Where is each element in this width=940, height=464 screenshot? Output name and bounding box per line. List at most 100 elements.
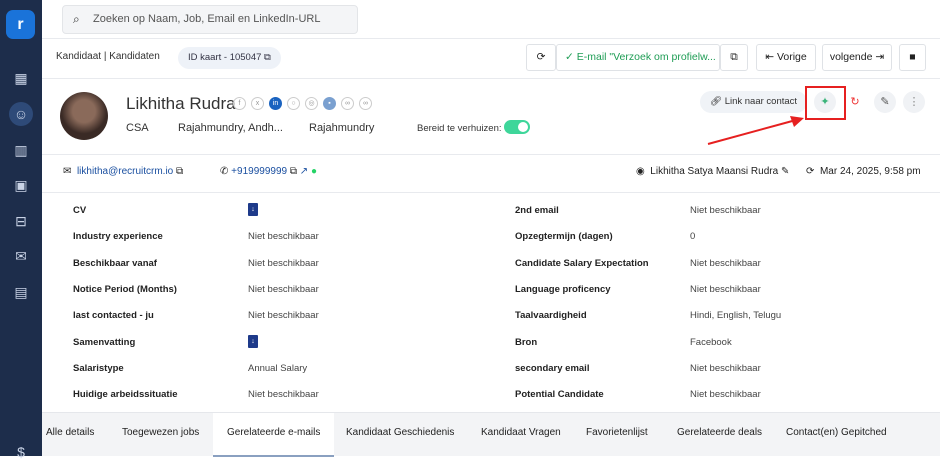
- phone-link[interactable]: +919999999: [231, 166, 287, 177]
- candidate-city: Rajahmundry: [309, 122, 375, 134]
- candidates-icon[interactable]: ☺: [9, 102, 33, 126]
- field-label: Huidige arbeidssituatie: [73, 389, 178, 401]
- billing-icon[interactable]: $: [9, 440, 33, 464]
- field-label: 2nd email: [515, 205, 559, 216]
- user-icon: ◉: [636, 166, 645, 177]
- external-link-icon[interactable]: ↗: [300, 166, 308, 177]
- candidate-name: Likhitha Rudra: [126, 94, 236, 113]
- dribbble-icon[interactable]: ◎: [305, 97, 318, 110]
- field-label: CV: [73, 205, 87, 216]
- search-input[interactable]: ⌕ Zoeken op Naam, Job, Email en LinkedIn-…: [62, 5, 358, 34]
- field-value: Niet beschikbaar: [248, 231, 319, 243]
- divider: [42, 192, 940, 193]
- x-icon[interactable]: x: [251, 97, 264, 110]
- tab-item[interactable]: Alle details: [32, 413, 108, 457]
- calendar-icon[interactable]: ▤: [9, 280, 33, 304]
- divider: [42, 154, 940, 155]
- link-icon: 🔗︎: [710, 96, 723, 107]
- divider: [42, 78, 940, 79]
- next-button[interactable]: volgende ⇥: [822, 44, 892, 71]
- whatsapp-icon[interactable]: ●: [311, 166, 317, 177]
- field-label: Salaristype: [73, 362, 124, 374]
- field-value: Niet beschikbaar: [248, 389, 319, 401]
- email-link[interactable]: likhitha@recruitcrm.io: [77, 166, 173, 177]
- edit-icon[interactable]: ✎: [874, 91, 896, 113]
- contacts-icon[interactable]: ▣: [9, 173, 33, 197]
- refresh-button[interactable]: ⟳: [526, 44, 556, 71]
- search-icon: ⌕: [73, 12, 80, 26]
- relocate-toggle[interactable]: [504, 120, 530, 134]
- field-label: Bron: [515, 336, 538, 348]
- video-button[interactable]: ■: [899, 44, 926, 71]
- phone-row: ✆ +919999999 ⧉ ↗ ●: [220, 166, 317, 177]
- copy-icon[interactable]: ⧉: [176, 166, 183, 177]
- companies-icon[interactable]: ▥: [9, 138, 33, 162]
- field-value: Niet beschikbaar: [248, 310, 319, 322]
- field-value: Annual Salary: [248, 362, 308, 374]
- field-label: Beschikbaar vanaf: [73, 257, 157, 269]
- tab-item[interactable]: Kandidaat Vragen: [467, 413, 575, 457]
- app-logo[interactable]: r: [6, 10, 35, 39]
- link-icon[interactable]: ∞: [359, 97, 372, 110]
- field-label: Opzegtermijn (dagen): [515, 231, 613, 243]
- field-label: last contacted - ju: [73, 310, 154, 322]
- field-value: Niet beschikbaar: [690, 362, 761, 374]
- field-value: Niet beschikbaar: [248, 283, 319, 295]
- copy-icon[interactable]: ⧉: [290, 166, 297, 177]
- owner: ◉ Likhitha Satya Maansi Rudra ✎: [636, 166, 790, 177]
- field-value: Niet beschikbaar: [690, 389, 761, 401]
- field-label: Taalvaardigheid: [515, 310, 587, 322]
- tab-item[interactable]: Gerelateerde deals: [663, 413, 776, 457]
- dashboard-icon[interactable]: ▦: [9, 66, 33, 90]
- edit-icon[interactable]: ✎: [781, 166, 789, 177]
- profile-icon[interactable]: ▪: [323, 97, 336, 110]
- tab-item[interactable]: Gerelateerde e-mails: [213, 413, 335, 457]
- field-label: Candidate Salary Expectation: [515, 257, 649, 269]
- divider: [42, 38, 940, 39]
- email-icon[interactable]: ✉: [9, 244, 33, 268]
- avatar: [60, 92, 108, 140]
- tab-bar: Alle details Toegewezen jobs Gerelateerde …: [42, 412, 940, 457]
- link-icon[interactable]: ∞: [341, 97, 354, 110]
- field-label: Samenvatting: [73, 336, 136, 348]
- field-value: Facebook: [690, 336, 732, 348]
- highlight-box: [805, 86, 846, 120]
- document-icon[interactable]: ↓: [248, 334, 258, 348]
- unlink-icon[interactable]: ↻: [844, 91, 866, 113]
- field-label: Language proficency: [515, 283, 611, 295]
- more-icon[interactable]: ⋮: [903, 91, 925, 113]
- relocate-label: Bereid te verhuizen:: [417, 123, 502, 134]
- candidate-location: Rajahmundry, Andh...: [178, 122, 283, 134]
- field-label: Notice Period (Months): [73, 283, 177, 295]
- field-value: Niet beschikbaar: [690, 283, 761, 295]
- facebook-icon[interactable]: f: [233, 97, 246, 110]
- breadcrumb[interactable]: Kandidaat | Kandidaten: [56, 51, 160, 62]
- tab-item[interactable]: Favorietenlijst: [572, 413, 662, 457]
- email-row: ✉ likhitha@recruitcrm.io ⧉: [63, 166, 183, 177]
- field-value: Niet beschikbaar: [690, 205, 761, 216]
- field-label: Potential Candidate: [515, 389, 604, 401]
- linkedin-icon[interactable]: in: [269, 97, 282, 110]
- mail-icon: ✉: [63, 166, 72, 177]
- tab-item[interactable]: Toegewezen jobs: [108, 413, 213, 457]
- github-icon[interactable]: ○: [287, 97, 300, 110]
- history-icon: ⟳: [806, 166, 815, 177]
- id-card-pill[interactable]: ID kaart - 105047 ⧉: [178, 47, 281, 69]
- phone-icon: ✆: [220, 166, 229, 177]
- field-value: Hindi, English, Telugu: [690, 310, 782, 322]
- sidebar: r ▦ ☺ ▥ ▣ ⊟ ✉ ▤ $: [0, 0, 42, 460]
- candidate-title: CSA: [126, 122, 149, 134]
- copy-button[interactable]: ⧉: [720, 44, 748, 71]
- prev-button[interactable]: ⇤ Vorige: [756, 44, 816, 71]
- field-label: Industry experience: [73, 231, 163, 243]
- field-label: secondary email: [515, 362, 590, 374]
- field-value: 0: [690, 231, 696, 243]
- tab-item[interactable]: Kandidaat Geschiedenis: [332, 413, 468, 457]
- field-value: Niet beschikbaar: [690, 257, 761, 269]
- jobs-icon[interactable]: ⊟: [9, 209, 33, 233]
- copy-icon[interactable]: ⧉: [264, 52, 271, 63]
- email-status-button[interactable]: ✓ E-mail "Verzoek om profielw...: [556, 44, 720, 71]
- updated: ⟳ Mar 24, 2025, 9:58 pm: [806, 166, 921, 177]
- document-icon[interactable]: ↓: [248, 203, 258, 216]
- tab-item[interactable]: Contact(en) Gepitched: [772, 413, 901, 457]
